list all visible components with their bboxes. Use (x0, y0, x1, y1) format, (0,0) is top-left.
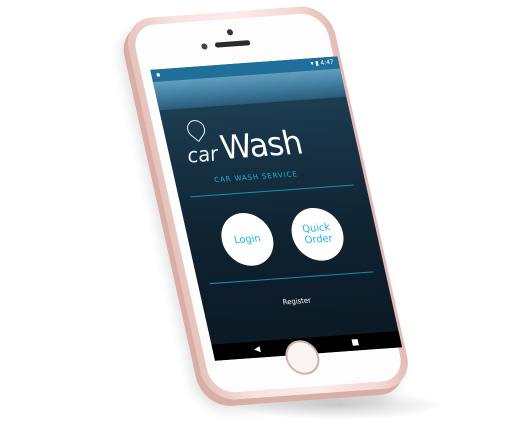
quick-order-button[interactable]: Quick Order (286, 206, 349, 263)
logo-car-text: car (184, 141, 221, 168)
top-divider (190, 184, 355, 198)
water-drop-icon (183, 116, 209, 143)
front-camera-icon (226, 29, 234, 36)
register-link[interactable]: Register (202, 291, 391, 313)
quick-order-label: Quick Order (301, 222, 334, 247)
bottom-divider (209, 271, 374, 285)
login-button[interactable]: Login (216, 211, 279, 268)
volume-down-button (149, 154, 159, 184)
app-screen: ▪ ▾ ▮ 4:47 car Wash CAR WASH SERVICE Log… (150, 56, 403, 361)
carwash-logo: car Wash (182, 116, 347, 172)
back-icon[interactable]: ◀ (253, 344, 261, 354)
login-label: Login (233, 232, 262, 246)
mute-switch (135, 90, 142, 107)
proximity-sensor (200, 43, 209, 50)
phone-frame: ▪ ▾ ▮ 4:47 car Wash CAR WASH SERVICE Log… (122, 4, 414, 402)
tagline: CAR WASH SERVICE (213, 170, 299, 185)
volume-up-button (141, 120, 151, 150)
logo-wash-text: Wash (216, 122, 306, 168)
recents-icon[interactable]: ■ (350, 337, 359, 347)
notification-icon: ▪ (155, 71, 162, 79)
scene: ▪ ▾ ▮ 4:47 car Wash CAR WASH SERVICE Log… (0, 0, 515, 440)
earpiece-speaker (214, 40, 251, 48)
phone-face: ▪ ▾ ▮ 4:47 car Wash CAR WASH SERVICE Log… (130, 12, 406, 394)
